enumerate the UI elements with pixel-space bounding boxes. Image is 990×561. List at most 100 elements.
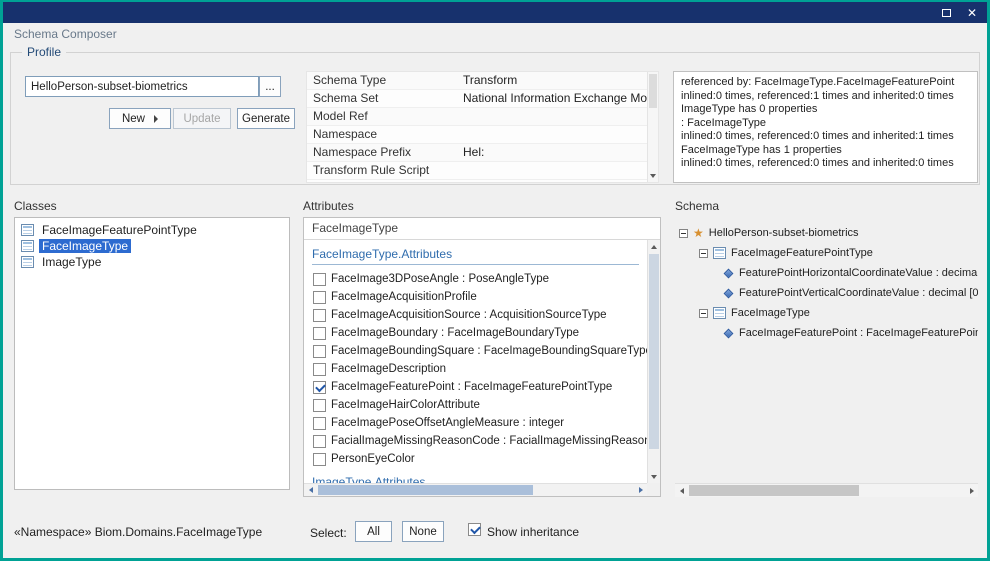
attribute-label: FaceImagePoseOffsetAngleMeasure : intege… bbox=[331, 417, 564, 429]
dialog-caption: Schema Composer bbox=[14, 27, 117, 41]
property-name: Schema Type bbox=[307, 72, 457, 89]
attribute-label: FaceImage3DPoseAngle : PoseAngleType bbox=[331, 273, 549, 285]
scroll-down-icon[interactable] bbox=[648, 470, 660, 483]
schema-horizontal-scrollbar[interactable] bbox=[675, 483, 978, 497]
attribute-row[interactable]: FaceImagePoseOffsetAngleMeasure : intege… bbox=[304, 414, 647, 432]
generate-button[interactable]: Generate bbox=[237, 108, 295, 129]
tree-collapse-icon[interactable] bbox=[699, 309, 708, 318]
attribute-checkbox[interactable] bbox=[313, 291, 326, 304]
attributes-list: FaceImageType.Attributes FaceImage3DPose… bbox=[304, 240, 647, 483]
attribute-checkbox[interactable] bbox=[313, 435, 326, 448]
scrollbar-thumb[interactable] bbox=[649, 254, 659, 449]
restore-icon[interactable] bbox=[942, 9, 951, 17]
tree-label: FeaturePointHorizontalCoordinateValue : … bbox=[739, 267, 978, 279]
close-icon[interactable]: ✕ bbox=[967, 7, 977, 19]
attribute-row[interactable]: FaceImageFeaturePoint : FaceImageFeature… bbox=[304, 378, 647, 396]
attribute-checkbox[interactable] bbox=[313, 417, 326, 430]
class-item-label: FaceImageType bbox=[39, 239, 131, 253]
class-icon bbox=[21, 240, 34, 252]
attribute-row[interactable]: FaceImageBoundary : FaceImageBoundaryTyp… bbox=[304, 324, 647, 342]
attribute-row[interactable]: FaceImage3DPoseAngle : PoseAngleType bbox=[304, 270, 647, 288]
tree-row[interactable]: FaceImageFeaturePointType bbox=[675, 243, 978, 263]
schema-composer-window: ✕ Schema Composer Profile ... New Update… bbox=[0, 0, 990, 561]
property-row[interactable]: Transform Rule Script bbox=[307, 162, 647, 180]
select-none-button[interactable]: None bbox=[402, 521, 444, 542]
namespace-status-text: «Namespace» Biom.Domains.FaceImageType bbox=[14, 525, 262, 539]
attribute-label: FaceImageAcquisitionSource : Acquisition… bbox=[331, 309, 607, 321]
attribute-checkbox[interactable] bbox=[313, 327, 326, 340]
attribute-checkbox[interactable] bbox=[313, 345, 326, 358]
show-inheritance-checkbox[interactable] bbox=[468, 523, 481, 536]
profile-group: Profile ... New Update Generate Schema T… bbox=[10, 52, 980, 185]
attribute-checkbox[interactable] bbox=[313, 399, 326, 412]
class-list-item[interactable]: FaceImageFeaturePointType bbox=[15, 222, 289, 238]
attribute-checkbox[interactable] bbox=[313, 309, 326, 322]
scroll-right-icon[interactable] bbox=[965, 484, 978, 497]
attribute-row[interactable]: PersonEyeColor bbox=[304, 450, 647, 468]
scrollbar-thumb[interactable] bbox=[649, 74, 657, 108]
property-row[interactable]: Namespace Prefix Hel: bbox=[307, 144, 647, 162]
profile-info-panel: referenced by: FaceImageType.FaceImageFe… bbox=[673, 71, 978, 183]
attributes-section-header: ImageType.Attributes bbox=[312, 475, 639, 483]
scrollbar-thumb[interactable] bbox=[689, 485, 859, 496]
scrollbar-thumb[interactable] bbox=[318, 485, 533, 495]
profile-star-icon: ★ bbox=[693, 227, 704, 239]
property-row[interactable]: Model Ref bbox=[307, 108, 647, 126]
info-line: : FaceImageType bbox=[681, 117, 970, 131]
attribute-row[interactable]: FaceImageDescription bbox=[304, 360, 647, 378]
property-grid-scrollbar[interactable] bbox=[647, 72, 658, 182]
scroll-down-icon[interactable] bbox=[648, 170, 658, 181]
property-row[interactable]: Schema Type Transform bbox=[307, 72, 647, 90]
attributes-horizontal-scrollbar[interactable] bbox=[304, 483, 647, 496]
info-line: ImageType has 0 properties bbox=[681, 103, 970, 117]
attribute-row[interactable]: FaceImageBoundingSquare : FaceImageBound… bbox=[304, 342, 647, 360]
attribute-checkbox[interactable] bbox=[313, 363, 326, 376]
property-row[interactable]: Namespace bbox=[307, 126, 647, 144]
attribute-row[interactable]: FacialImageMissingReasonCode : FacialIma… bbox=[304, 432, 647, 450]
class-item-label: ImageType bbox=[39, 255, 104, 269]
attribute-row[interactable]: FaceImageHairColorAttribute bbox=[304, 396, 647, 414]
tree-row[interactable]: FeaturePointVerticalCoordinateValue : de… bbox=[675, 283, 978, 303]
info-line: inlined:0 times, referenced:0 times and … bbox=[681, 157, 970, 171]
property-value bbox=[457, 126, 647, 143]
update-button[interactable]: Update bbox=[173, 108, 231, 129]
tree-collapse-icon[interactable] bbox=[679, 229, 688, 238]
tree-row[interactable]: FaceImageFeaturePoint : FaceImageFeature… bbox=[675, 323, 978, 343]
attribute-row[interactable]: FaceImageAcquisitionProfile bbox=[304, 288, 647, 306]
class-list-item[interactable]: ImageType bbox=[15, 254, 289, 270]
tree-row[interactable]: FaceImageType bbox=[675, 303, 978, 323]
scrollbar-corner bbox=[647, 483, 660, 496]
property-row[interactable]: Schema Set National Information Exchange… bbox=[307, 90, 647, 108]
property-name: Schema Set bbox=[307, 90, 457, 107]
attribute-label: FaceImageBoundingSquare : FaceImageBound… bbox=[331, 345, 647, 357]
attribute-checkbox[interactable] bbox=[313, 453, 326, 466]
schema-panel: ★ HelloPerson-subset-biometrics FaceImag… bbox=[675, 217, 978, 497]
attribute-checkbox[interactable] bbox=[313, 381, 326, 394]
tree-label: HelloPerson-subset-biometrics bbox=[709, 227, 859, 239]
profile-property-grid: Schema Type Transform Schema Set Nationa… bbox=[306, 71, 659, 183]
select-all-button[interactable]: All bbox=[355, 521, 392, 542]
attribute-row[interactable]: FaceImageAcquisitionSource : Acquisition… bbox=[304, 306, 647, 324]
attribute-checkbox[interactable] bbox=[313, 273, 326, 286]
select-label: Select: bbox=[310, 526, 347, 540]
property-name: Namespace Prefix bbox=[307, 144, 457, 161]
class-list-item[interactable]: FaceImageType bbox=[15, 238, 289, 254]
browse-button[interactable]: ... bbox=[259, 76, 281, 97]
info-line: referenced by: FaceImageType.FaceImageFe… bbox=[681, 76, 970, 90]
tree-row[interactable]: FeaturePointHorizontalCoordinateValue : … bbox=[675, 263, 978, 283]
attributes-vertical-scrollbar[interactable] bbox=[647, 240, 660, 483]
scroll-left-icon[interactable] bbox=[675, 484, 688, 497]
scroll-left-icon[interactable] bbox=[304, 484, 317, 496]
property-grid-rows: Schema Type Transform Schema Set Nationa… bbox=[307, 72, 647, 182]
profile-name-input[interactable] bbox=[25, 76, 259, 97]
titlebar: ✕ bbox=[3, 2, 987, 23]
tree-label: FaceImageType bbox=[731, 307, 810, 319]
class-icon bbox=[21, 256, 34, 268]
scroll-up-icon[interactable] bbox=[648, 240, 660, 253]
tree-row[interactable]: ★ HelloPerson-subset-biometrics bbox=[675, 223, 978, 243]
attributes-label: Attributes bbox=[303, 199, 354, 213]
tree-collapse-icon[interactable] bbox=[699, 249, 708, 258]
scroll-right-icon[interactable] bbox=[634, 484, 647, 496]
new-button-label: New bbox=[122, 113, 145, 125]
new-button[interactable]: New bbox=[109, 108, 171, 129]
